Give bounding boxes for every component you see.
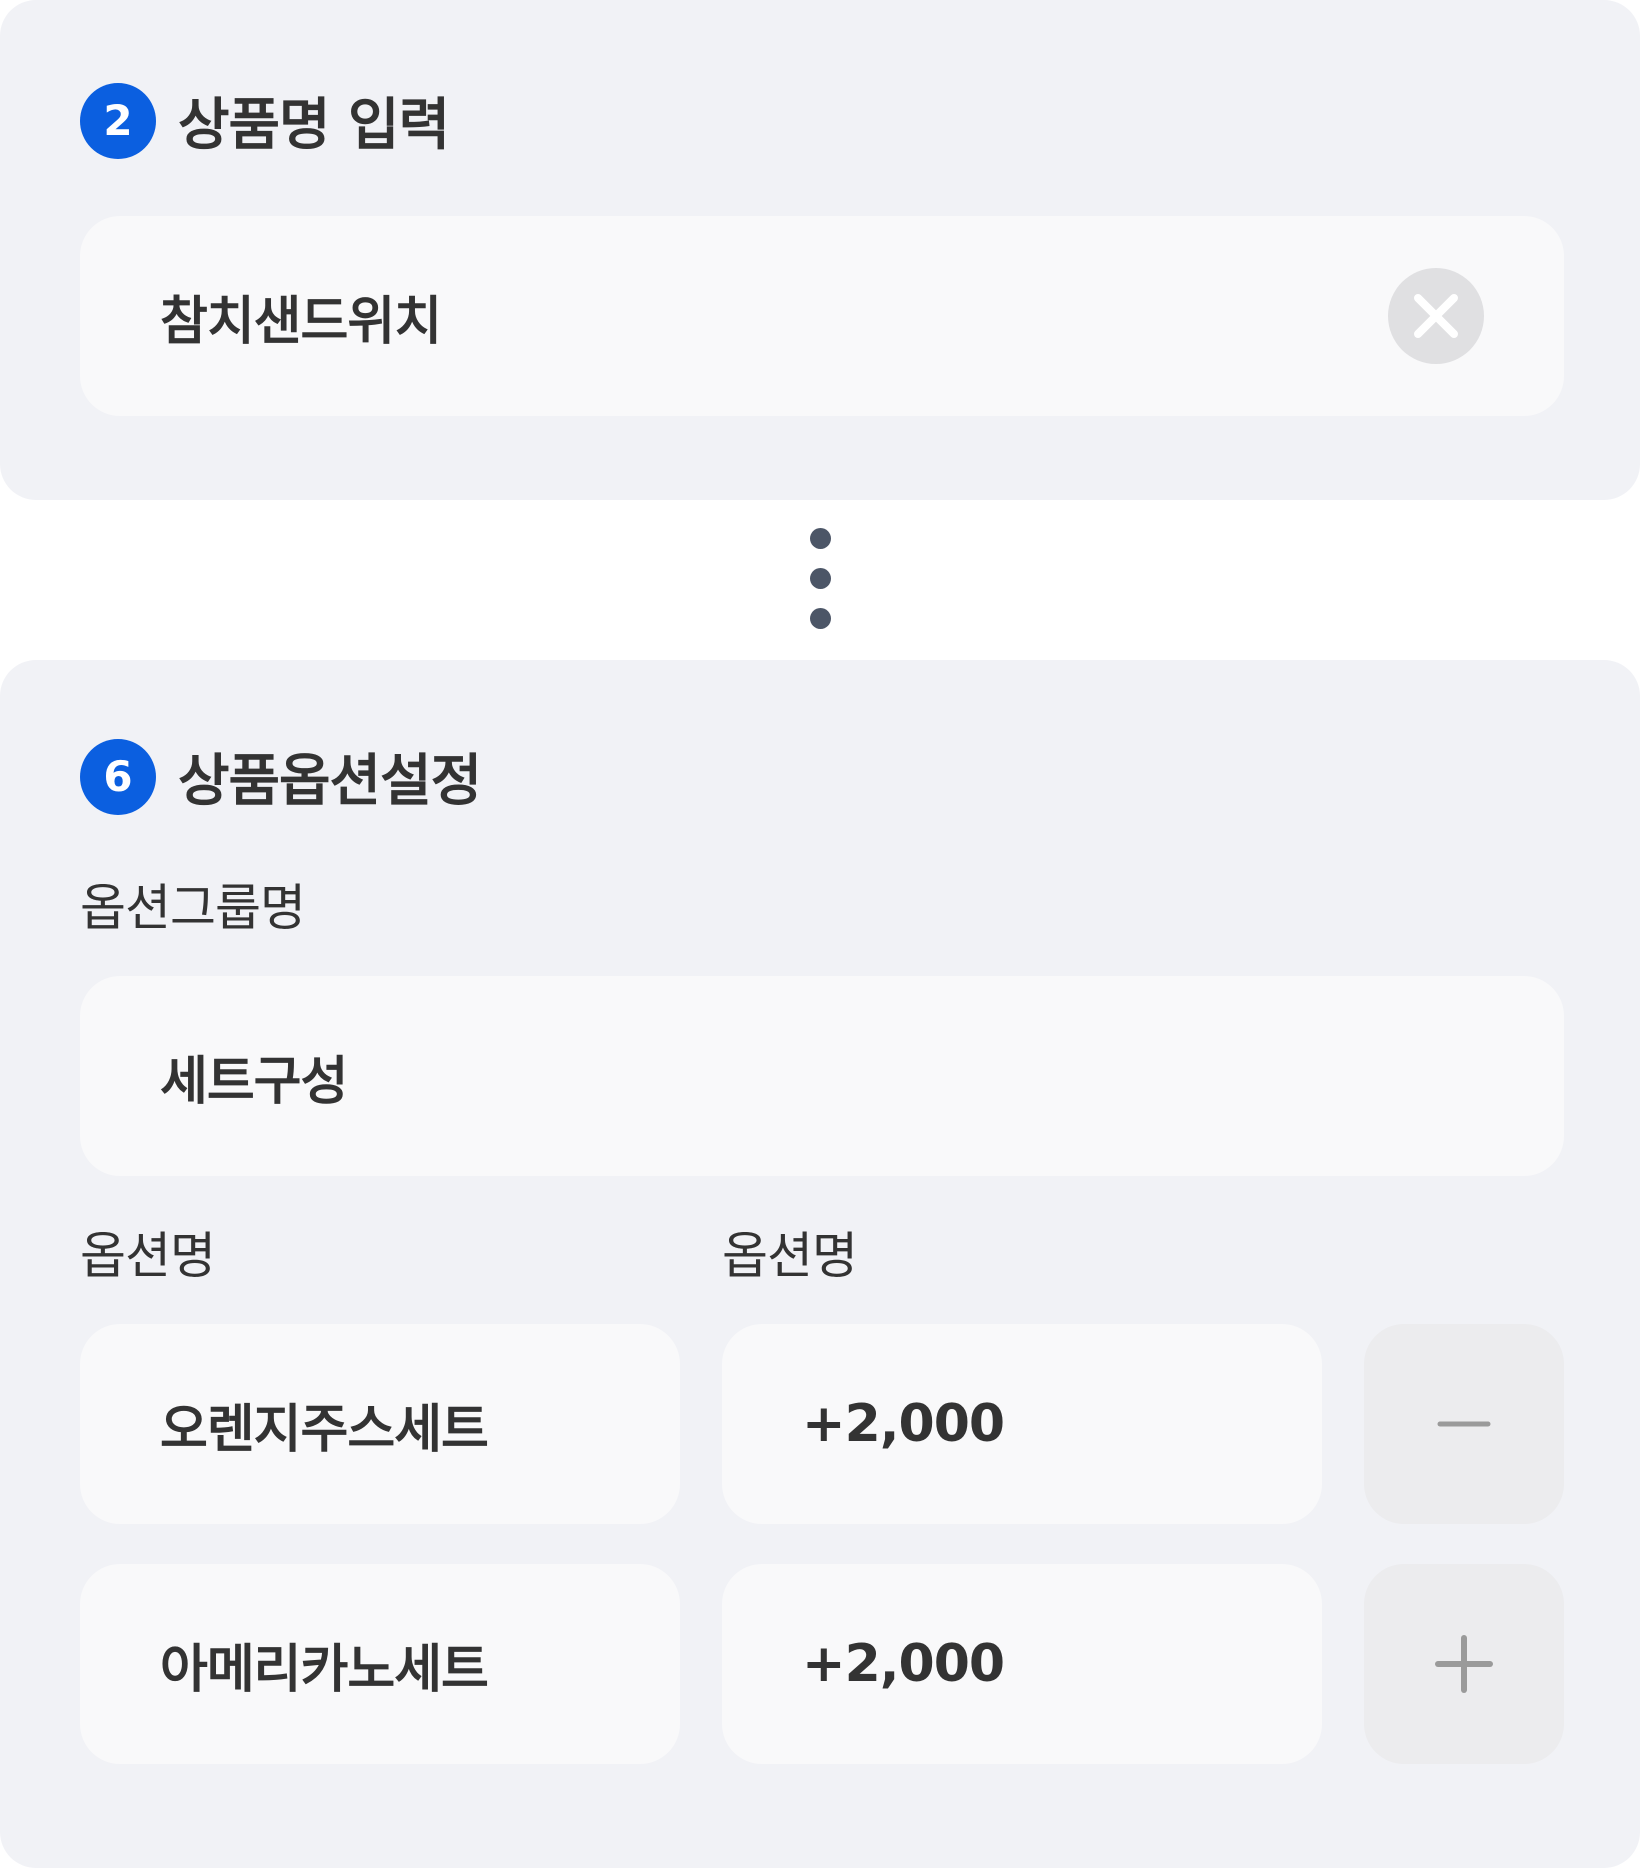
step-title: 상품명 입력 [178,93,450,158]
option-name-input[interactable]: 아메리카노세트 [80,1564,680,1764]
option-group-value: 세트구성 [160,1051,348,1112]
product-name-value: 참치샌드위치 [160,291,442,352]
product-options-card: 6 상품옵션설정 옵션그룹명 세트구성 옵션명 옵션명 오렌지주스세트 +2,0… [0,660,1640,1868]
step-number-badge: 6 [80,738,156,815]
remove-option-button[interactable] [1364,1324,1564,1524]
clear-input-button[interactable] [1388,268,1484,364]
plus-icon [1435,1635,1493,1693]
close-icon [1414,294,1458,338]
ellipsis-dot [810,528,831,549]
option-name-label: 옵션명 [80,1227,216,1285]
step-header: 6 상품옵션설정 [80,736,482,817]
ellipsis-dot [810,568,831,589]
option-name-input[interactable]: 오렌지주스세트 [80,1324,680,1524]
step-number-badge: 2 [80,82,156,159]
product-name-input[interactable]: 참치샌드위치 [80,216,1564,416]
option-name-value: 아메리카노세트 [160,1639,489,1700]
option-price-label: 옵션명 [722,1227,858,1285]
minus-icon [1437,1421,1491,1427]
option-price-input[interactable]: +2,000 [722,1564,1322,1764]
option-price-input[interactable]: +2,000 [722,1324,1322,1524]
product-name-card: 2 상품명 입력 참치샌드위치 [0,0,1640,500]
step-title: 상품옵션설정 [178,749,482,814]
option-group-label: 옵션그룹명 [80,879,306,937]
ellipsis-dot [810,608,831,629]
step-header: 2 상품명 입력 [80,80,450,161]
option-name-value: 오렌지주스세트 [160,1399,489,1460]
option-price-value: +2,000 [802,1634,1005,1694]
option-price-value: +2,000 [802,1394,1005,1454]
add-option-button[interactable] [1364,1564,1564,1764]
option-group-input[interactable]: 세트구성 [80,976,1564,1176]
